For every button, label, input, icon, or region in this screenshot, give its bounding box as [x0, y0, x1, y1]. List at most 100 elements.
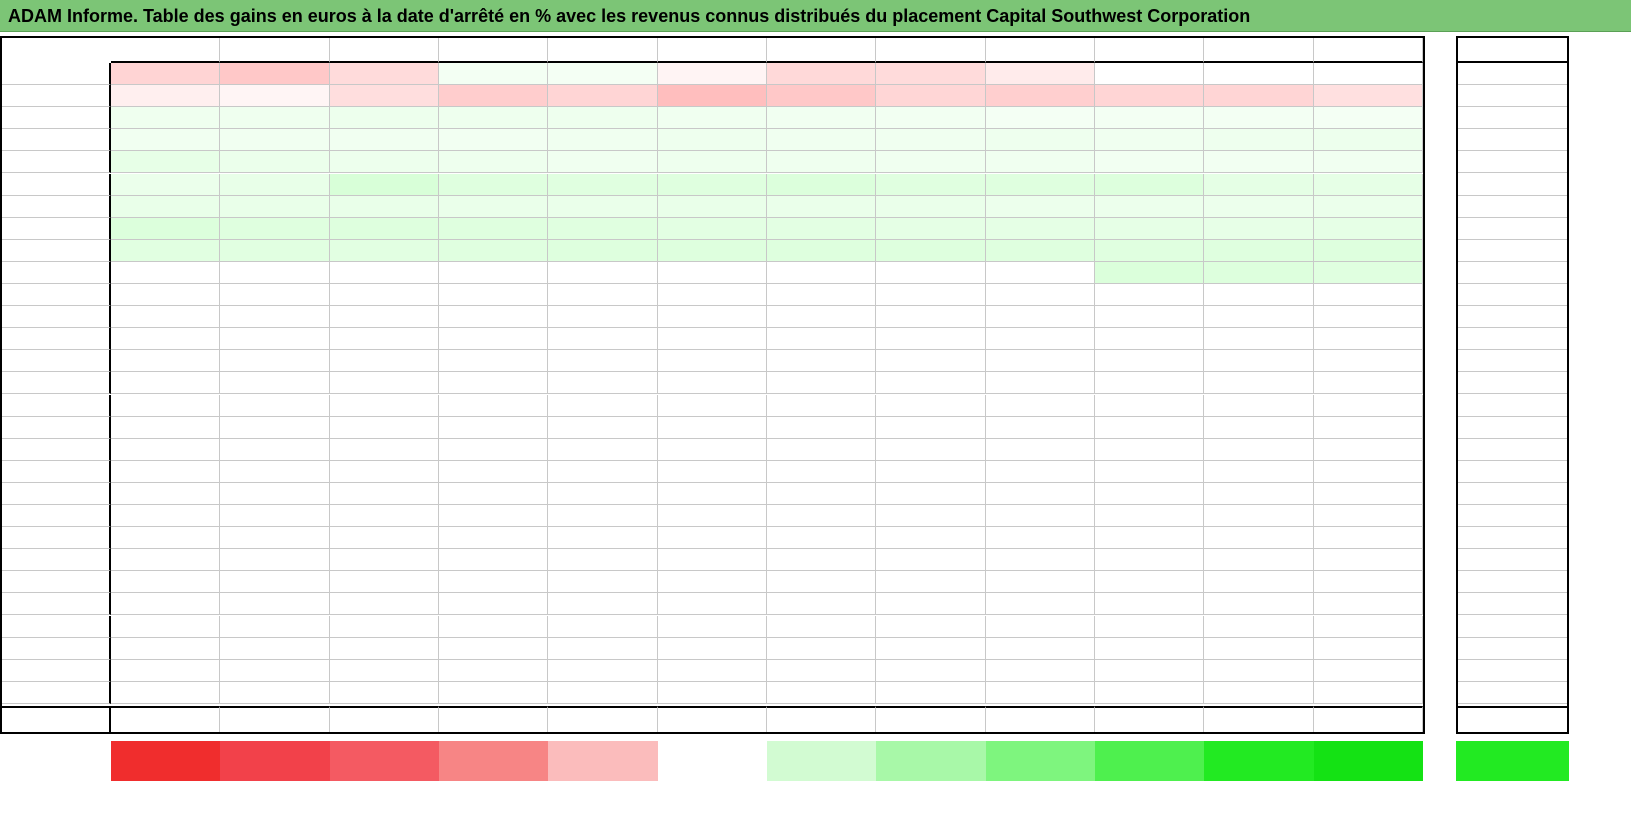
table-cell[interactable] [657, 394, 767, 417]
table-cell[interactable] [876, 261, 986, 284]
table-cell[interactable] [876, 527, 986, 550]
table-cell[interactable] [548, 239, 658, 262]
table-cell[interactable] [329, 350, 439, 373]
table-cell[interactable] [876, 284, 986, 307]
table-cell[interactable] [1204, 549, 1314, 572]
table-cell[interactable] [220, 350, 330, 373]
table-cell[interactable] [220, 394, 330, 417]
table-cell[interactable] [1313, 85, 1423, 108]
table-cell[interactable] [548, 460, 658, 483]
table-cell[interactable] [876, 239, 986, 262]
table-cell[interactable] [1313, 416, 1423, 439]
table-cell[interactable] [985, 217, 1095, 240]
table-cell[interactable] [657, 438, 767, 461]
table-cell[interactable] [1094, 482, 1205, 505]
table-cell[interactable] [1094, 85, 1205, 108]
table-cell[interactable] [220, 306, 330, 329]
table-cell[interactable] [1094, 328, 1205, 351]
table-cell[interactable] [657, 659, 767, 682]
table-cell[interactable] [438, 416, 549, 439]
table-cell[interactable] [657, 306, 767, 329]
table-cell[interactable] [876, 659, 986, 682]
table-cell[interactable] [766, 63, 877, 86]
table-cell[interactable] [438, 350, 549, 373]
table-cell[interactable] [1094, 416, 1205, 439]
table-cell[interactable] [657, 593, 767, 616]
table-cell[interactable] [657, 615, 767, 638]
table-cell[interactable] [438, 85, 549, 108]
table-cell[interactable] [876, 505, 986, 528]
table-cell[interactable] [220, 527, 330, 550]
table-cell[interactable] [1313, 593, 1423, 616]
table-cell[interactable] [766, 173, 877, 196]
table-cell[interactable] [1313, 107, 1423, 130]
table-cell[interactable] [1204, 460, 1314, 483]
table-cell[interactable] [876, 482, 986, 505]
table-cell[interactable] [766, 261, 877, 284]
table-cell[interactable] [1204, 328, 1314, 351]
table-cell[interactable] [1313, 173, 1423, 196]
table-cell[interactable] [329, 173, 439, 196]
table-cell[interactable] [985, 681, 1095, 704]
table-cell[interactable] [111, 107, 221, 130]
table-cell[interactable] [111, 549, 221, 572]
table-cell[interactable] [111, 328, 221, 351]
table-cell[interactable] [548, 438, 658, 461]
table-cell[interactable] [220, 107, 330, 130]
table-cell[interactable] [1204, 217, 1314, 240]
table-cell[interactable] [438, 328, 549, 351]
table-cell[interactable] [220, 482, 330, 505]
table-cell[interactable] [876, 328, 986, 351]
table-cell[interactable] [329, 482, 439, 505]
table-cell[interactable] [111, 681, 221, 704]
table-cell[interactable] [876, 615, 986, 638]
table-cell[interactable] [766, 107, 877, 130]
table-cell[interactable] [220, 151, 330, 174]
table-cell[interactable] [548, 482, 658, 505]
table-cell[interactable] [329, 681, 439, 704]
table-cell[interactable] [876, 63, 986, 86]
table-cell[interactable] [657, 637, 767, 660]
table-cell[interactable] [1313, 681, 1423, 704]
table-cell[interactable] [985, 63, 1095, 86]
table-cell[interactable] [438, 129, 549, 152]
table-cell[interactable] [329, 571, 439, 594]
table-cell[interactable] [985, 328, 1095, 351]
table-cell[interactable] [657, 217, 767, 240]
table-cell[interactable] [766, 217, 877, 240]
table-cell[interactable] [985, 482, 1095, 505]
table-cell[interactable] [657, 350, 767, 373]
table-cell[interactable] [1313, 306, 1423, 329]
table-cell[interactable] [220, 217, 330, 240]
table-cell[interactable] [1313, 527, 1423, 550]
table-cell[interactable] [111, 637, 221, 660]
table-cell[interactable] [329, 63, 439, 86]
table-cell[interactable] [1204, 394, 1314, 417]
table-cell[interactable] [985, 372, 1095, 395]
table-cell[interactable] [1094, 637, 1205, 660]
table-cell[interactable] [766, 505, 877, 528]
table-cell[interactable] [876, 306, 986, 329]
table-cell[interactable] [1094, 438, 1205, 461]
table-cell[interactable] [876, 85, 986, 108]
table-cell[interactable] [111, 173, 221, 196]
table-cell[interactable] [111, 460, 221, 483]
table-cell[interactable] [876, 549, 986, 572]
table-cell[interactable] [220, 129, 330, 152]
table-cell[interactable] [329, 416, 439, 439]
table-cell[interactable] [985, 261, 1095, 284]
table-cell[interactable] [548, 549, 658, 572]
table-cell[interactable] [329, 85, 439, 108]
table-cell[interactable] [766, 394, 877, 417]
table-cell[interactable] [876, 107, 986, 130]
table-cell[interactable] [548, 129, 658, 152]
table-cell[interactable] [766, 659, 877, 682]
table-cell[interactable] [1094, 659, 1205, 682]
table-cell[interactable] [111, 151, 221, 174]
table-cell[interactable] [220, 195, 330, 218]
table-cell[interactable] [657, 460, 767, 483]
table-cell[interactable] [438, 284, 549, 307]
table-cell[interactable] [220, 284, 330, 307]
table-cell[interactable] [1094, 571, 1205, 594]
table-cell[interactable] [1204, 107, 1314, 130]
